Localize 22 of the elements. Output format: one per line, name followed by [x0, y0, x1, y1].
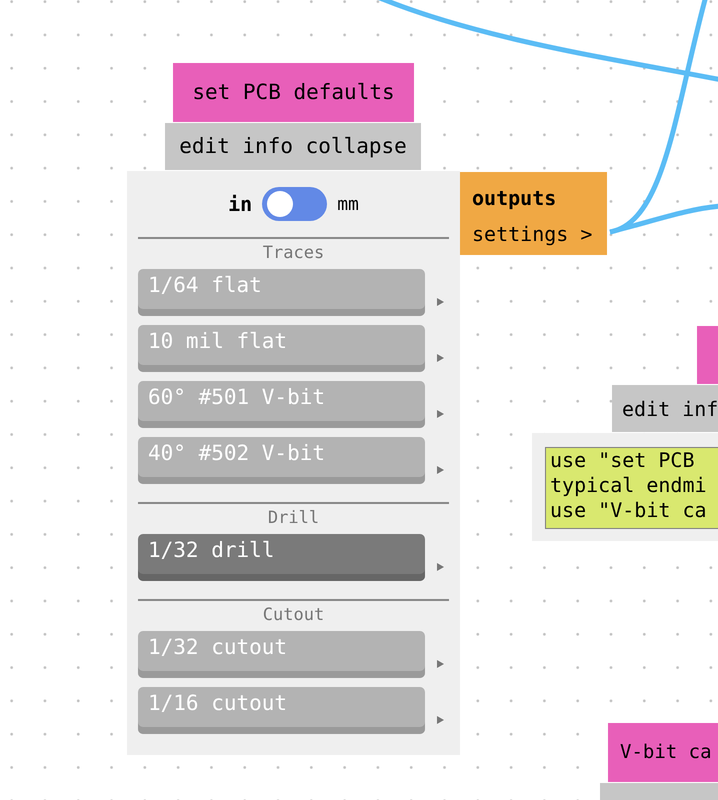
unit-label: in — [228, 191, 252, 218]
expand-arrow-icon[interactable] — [437, 298, 444, 306]
expand-arrow-icon[interactable] — [437, 410, 444, 418]
unit-label: mm — [337, 192, 359, 216]
settings-link[interactable]: settings > — [472, 219, 592, 249]
section-heading: Traces — [262, 242, 324, 266]
node-toolbar[interactable]: edit inf — [612, 385, 718, 432]
expand-arrow-icon[interactable] — [437, 466, 444, 474]
expand-arrow-icon[interactable] — [437, 563, 444, 571]
unit-toggle[interactable] — [262, 187, 328, 221]
outputs-label: outputs — [472, 185, 556, 212]
section-heading: Cutout — [262, 604, 324, 628]
node-toolbar[interactable] — [600, 783, 718, 800]
expand-arrow-icon[interactable] — [437, 716, 444, 724]
expand-arrow-icon[interactable] — [437, 354, 444, 362]
note-text-area[interactable]: use "set PCB typical endmi use "V-bit ca — [545, 447, 718, 529]
tool-button[interactable]: 1/32 drill — [138, 534, 425, 581]
node-title[interactable]: set PCB defaults — [173, 63, 414, 122]
expand-arrow-icon[interactable] — [437, 660, 444, 668]
node-toolbar[interactable]: edit info collapse — [165, 123, 421, 170]
section-heading: Drill — [268, 507, 320, 530]
node-title[interactable]: V-bit ca — [608, 723, 718, 782]
